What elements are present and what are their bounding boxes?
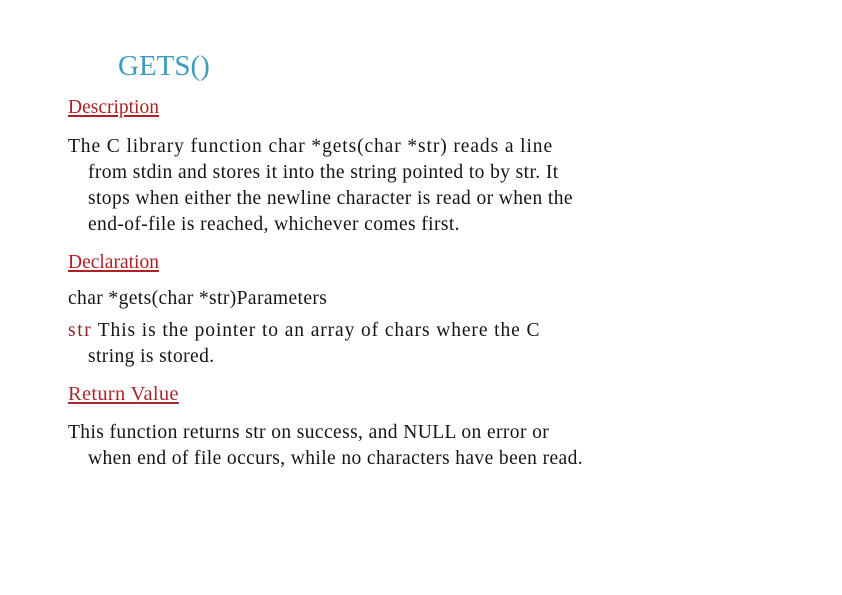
parameter-description-line-1: This is the pointer to an array of chars… (92, 320, 541, 341)
slide-body: Description The C library function char … (68, 96, 768, 472)
description-heading-row: Description (68, 96, 768, 120)
description-line-4: end-of-file is reached, whichever comes … (88, 214, 460, 235)
return-value-heading-row: Return Value (68, 382, 768, 406)
description-line-2: from stdin and stores it into the string… (88, 162, 559, 183)
section-heading-return-value: Return Value (68, 383, 179, 405)
description-line-3: stops when either the newline character … (88, 188, 573, 209)
parameter-line-1: str This is the pointer to an array of c… (68, 318, 768, 344)
page-title: GETS() (118, 50, 210, 82)
parameter-paragraph: str This is the pointer to an array of c… (68, 318, 768, 370)
description-line-1: The C library function char *gets(char *… (68, 136, 554, 157)
description-paragraph: The C library function char *gets(char *… (68, 134, 768, 238)
section-heading-declaration: Declaration (68, 252, 159, 273)
return-value-line-1: This function returns str on success, an… (68, 422, 550, 443)
parameter-name-str: str (68, 320, 93, 341)
declaration-heading-row: Declaration (68, 251, 768, 275)
return-value-line-2: when end of file occurs, while no charac… (88, 448, 584, 469)
section-heading-description: Description (68, 97, 159, 118)
parameter-description-line-2: string is stored. (88, 346, 215, 367)
return-value-paragraph: This function returns str on success, an… (68, 420, 768, 472)
declaration-signature: char *gets(char *str)Parameters (68, 288, 328, 309)
declaration-signature-paragraph: char *gets(char *str)Parameters (68, 286, 768, 312)
slide-canvas: GETS() Description The C library functio… (0, 0, 842, 595)
